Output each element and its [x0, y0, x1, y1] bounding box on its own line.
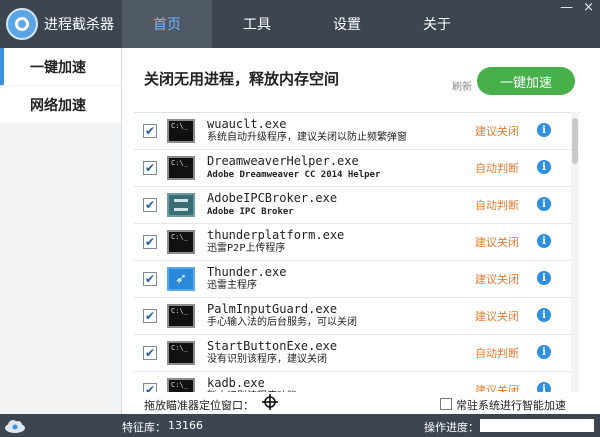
- console-icon: C:\_: [167, 304, 195, 328]
- console-icon: C:\_: [167, 119, 195, 143]
- process-row[interactable]: ✔ ➶ Thunder.exe 迅雷主程序 建议关闭 i: [134, 261, 580, 298]
- tab-about[interactable]: 关于: [392, 0, 482, 48]
- process-checkbox[interactable]: ✔: [143, 272, 157, 286]
- info-icon[interactable]: i: [537, 308, 551, 322]
- process-action-link[interactable]: 自动判断: [475, 197, 519, 213]
- accelerate-button[interactable]: 一键加速: [477, 67, 575, 95]
- bottom-options: 拖放瞄准器定位窗口： 常驻系统进行智能加速: [122, 394, 600, 414]
- drag-target-label: 拖放瞄准器定位窗口：: [144, 399, 254, 412]
- process-action-link[interactable]: 建议关闭: [475, 382, 519, 392]
- sidebar-item-network-accelerate[interactable]: 网络加速: [0, 86, 121, 123]
- process-row[interactable]: ✔ AdobeIPCBroker.exe Adobe IPC Broker 自动判断 i: [134, 187, 580, 224]
- progress-label: 操作进度：: [424, 421, 479, 434]
- tab-tools[interactable]: 工具: [212, 0, 302, 48]
- smart-accelerate-label: 常驻系统进行智能加速: [456, 399, 566, 412]
- crosshair-icon[interactable]: [262, 394, 278, 410]
- process-name: Thunder.exe: [207, 265, 287, 279]
- status-bar: 特征库： 13166 操作进度：: [0, 414, 600, 437]
- process-name: DreamweaverHelper.exe: [207, 154, 359, 168]
- info-icon[interactable]: i: [537, 197, 551, 211]
- title-bar: 进程截杀器 首页 工具 设置 关于 — ×: [0, 0, 600, 48]
- page-title: 关闭无用进程，释放内存空间: [144, 70, 340, 88]
- process-name: PalmInputGuard.exe: [207, 302, 338, 316]
- process-description: 手心输入法的后台服务，可以关闭: [207, 317, 357, 328]
- process-checkbox[interactable]: ✔: [143, 124, 157, 138]
- scrollbar-thumb[interactable]: [572, 118, 578, 164]
- app-title: 进程截杀器: [44, 17, 114, 33]
- signature-count: 13166: [168, 419, 203, 432]
- process-list: ✔ C:\_ wuauclt.exe 系统自动升级程序，建议关闭以防止频繁弹窗 建议关闭…: [134, 112, 580, 392]
- info-icon[interactable]: i: [537, 234, 551, 248]
- main-panel: 关闭无用进程，释放内存空间 刷新 一键加速 ✔ C:\_ wuauclt.exe 系统…: [122, 48, 600, 414]
- app-logo: 进程截杀器: [0, 0, 122, 48]
- console-icon: C:\_: [167, 341, 195, 365]
- sidebar-item-one-click-accelerate[interactable]: 一键加速: [0, 48, 121, 85]
- process-row[interactable]: ✔ C:\_ StartButtonExe.exe 没有识别该程序，建议关闭 自动判断 i: [134, 335, 580, 372]
- refresh-link[interactable]: 刷新: [452, 78, 472, 93]
- process-description: 系统自动升级程序，建议关闭以防止频繁弹窗: [207, 132, 407, 143]
- adobe-icon: [167, 193, 195, 217]
- process-action-link[interactable]: 自动判断: [475, 160, 519, 176]
- process-row[interactable]: ✔ C:\_ wuauclt.exe 系统自动升级程序，建议关闭以防止频繁弹窗 建议关闭…: [134, 113, 580, 150]
- minimize-icon[interactable]: —: [560, 0, 573, 15]
- signature-label: 特征库：: [122, 421, 166, 434]
- app-logo-icon: [6, 8, 38, 40]
- list-scrollbar[interactable]: [571, 112, 579, 392]
- process-name: thunderplatform.exe: [207, 228, 345, 242]
- info-icon[interactable]: i: [537, 382, 551, 392]
- window-controls: — ×: [560, 0, 594, 15]
- console-icon: C:\_: [167, 156, 195, 180]
- process-checkbox[interactable]: ✔: [143, 235, 157, 249]
- process-name: AdobeIPCBroker.exe: [207, 191, 338, 205]
- info-icon[interactable]: i: [537, 123, 551, 137]
- cloud-icon: [5, 420, 25, 433]
- process-action-link[interactable]: 建议关闭: [475, 123, 519, 139]
- process-checkbox[interactable]: ✔: [143, 383, 157, 392]
- sidebar: 一键加速 网络加速: [0, 48, 122, 414]
- info-icon[interactable]: i: [537, 160, 551, 174]
- thunder-bird-icon: ➶: [167, 267, 195, 291]
- process-row[interactable]: ✔ C:\_ PalmInputGuard.exe 手心输入法的后台服务，可以关闭 建议…: [134, 298, 580, 335]
- process-checkbox[interactable]: ✔: [143, 346, 157, 360]
- process-row[interactable]: ✔ C:\_ kadb.exe暂未识别该程序功能 建议关闭 i: [134, 372, 580, 392]
- process-description: Adobe Dreamweaver CC 2014 Helper: [207, 170, 381, 180]
- process-description: 迅雷主程序: [207, 280, 257, 291]
- process-checkbox[interactable]: ✔: [143, 198, 157, 212]
- process-action-link[interactable]: 建议关闭: [475, 234, 519, 250]
- process-name: kadb.exe: [207, 376, 265, 390]
- smart-accelerate-checkbox[interactable]: [440, 398, 452, 410]
- process-action-link[interactable]: 自动判断: [475, 345, 519, 361]
- process-checkbox[interactable]: ✔: [143, 309, 157, 323]
- info-icon[interactable]: i: [537, 271, 551, 285]
- process-description: 暂未识别该程序功能: [207, 390, 465, 392]
- process-name: StartButtonExe.exe: [207, 339, 338, 353]
- close-icon[interactable]: ×: [583, 0, 594, 15]
- process-action-link[interactable]: 建议关闭: [475, 271, 519, 287]
- process-row[interactable]: ✔ C:\_ thunderplatform.exe 迅雷P2P上传程序 建议关闭 i: [134, 224, 580, 261]
- progress-bar: [480, 419, 594, 432]
- process-row[interactable]: ✔ C:\_ DreamweaverHelper.exe Adobe Dreamwea…: [134, 150, 580, 187]
- process-checkbox[interactable]: ✔: [143, 161, 157, 175]
- process-description: 没有识别该程序，建议关闭: [207, 354, 327, 365]
- process-description: 迅雷P2P上传程序: [207, 243, 286, 254]
- tab-settings[interactable]: 设置: [302, 0, 392, 48]
- process-action-link[interactable]: 建议关闭: [475, 308, 519, 324]
- tab-home[interactable]: 首页: [122, 0, 212, 48]
- process-name: wuauclt.exe: [207, 117, 287, 131]
- console-icon: C:\_: [167, 378, 195, 392]
- info-icon[interactable]: i: [537, 345, 551, 359]
- process-description: Adobe IPC Broker: [207, 207, 294, 217]
- console-icon: C:\_: [167, 230, 195, 254]
